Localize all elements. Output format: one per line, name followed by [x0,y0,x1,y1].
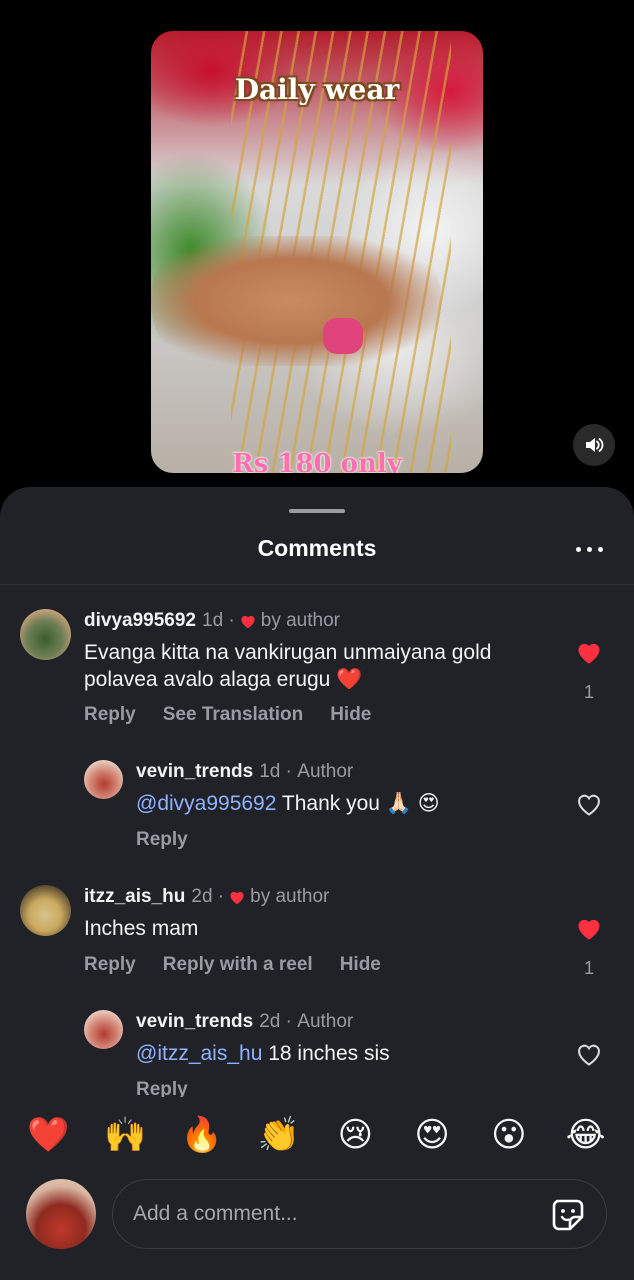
comment-meta: divya995692 1d · by author [84,610,340,632]
more-options-button[interactable] [572,542,606,556]
reply-username[interactable]: vevin_trends [136,761,253,783]
speaker-icon [586,438,604,452]
like-outline-icon[interactable] [575,1041,603,1067]
reply-time: 1d [259,761,281,782]
hide-button[interactable]: Hide [340,954,381,976]
comment-time: 1d [202,610,224,631]
reply-body: 18 inches sis [262,1042,390,1065]
comment-actions: Reply Reply with a reel Hide [84,954,408,976]
mention-link[interactable]: @itzz_ais_hu [136,1042,262,1065]
comment-composer: Add a comment... [0,1173,634,1280]
see-translation-button[interactable]: See Translation [163,704,303,726]
like-filled-icon[interactable] [575,639,603,665]
comment-actions: Reply See Translation Hide [84,704,398,726]
heart-icon [241,615,255,629]
sheet-grabber[interactable] [289,509,345,513]
reel-video-thumbnail[interactable]: Daily wear Rs 180 only [151,31,483,473]
heart-eyes-emoji-button[interactable]: 😍 [408,1118,456,1152]
reply-actions: Reply [136,829,215,851]
heart-icon [230,891,244,905]
mention-link[interactable]: @divya995692 [136,792,276,815]
reply-meta: vevin_trends 2d · Author [136,1011,354,1033]
reply-with-reel-button[interactable]: Reply with a reel [163,954,313,976]
reply-username[interactable]: vevin_trends [136,1011,253,1033]
reel-price-overlay: Rs 180 only [232,449,402,473]
laughing-emoji-button[interactable]: 😂 [562,1118,610,1152]
reel-video-area[interactable]: Daily wear Rs 180 only [0,0,634,500]
surprised-emoji-button[interactable]: 😮 [485,1118,533,1152]
like-count: 1 [583,958,594,978]
reel-title-overlay: Daily wear [234,73,400,106]
reply-button[interactable]: Reply [84,704,136,726]
avatar[interactable] [84,1010,123,1049]
clapping-emoji-button[interactable]: 👏 [255,1118,303,1152]
reel-nail-image [323,318,363,354]
comment-text: Evanga kitta na vankirugan unmaiyana gol… [84,641,492,691]
like-filled-icon[interactable] [575,915,603,941]
heart-emoji-button[interactable]: ❤️ [24,1118,72,1152]
author-liked-badge: by author [260,610,340,631]
reply-text: @divya995692 Thank you 🙏🏻 😍 [136,790,556,817]
avatar[interactable] [20,609,71,660]
fire-emoji-button[interactable]: 🔥 [178,1118,226,1152]
hide-button[interactable]: Hide [330,704,371,726]
comment-meta: itzz_ais_hu 2d · by author [84,886,330,908]
comment-input-placeholder[interactable]: Add a comment... [133,1202,298,1226]
comment-input[interactable]: Add a comment... [112,1179,607,1249]
more-horizontal-icon [575,546,581,552]
comment-text: Inches mam [84,917,199,940]
avatar[interactable] [84,760,123,799]
reply-button[interactable]: Reply [136,829,188,851]
reel-hand-image [151,236,441,366]
current-user-avatar [26,1179,96,1249]
reply-meta: vevin_trends 1d · Author [136,761,354,783]
raising-hands-emoji-button[interactable]: 🙌 [101,1118,149,1152]
like-count: 1 [583,682,594,702]
author-liked-badge: by author [250,886,330,907]
avatar[interactable] [20,885,71,936]
comment-username[interactable]: itzz_ais_hu [84,886,185,908]
comment-time: 2d [191,886,213,907]
reply-text: @itzz_ais_hu 18 inches sis [136,1040,556,1067]
header-divider [0,584,634,585]
emoji-reaction-bar: ❤️ 🙌 🔥 👏 😢 😍 😮 😂 [0,1097,634,1173]
like-outline-icon[interactable] [575,791,603,817]
reply-body: Thank you 🙏🏻 😍 [276,792,440,815]
sticker-icon[interactable] [549,1196,587,1234]
crying-emoji-button[interactable]: 😢 [331,1118,379,1152]
comment-username[interactable]: divya995692 [84,610,196,632]
volume-button[interactable] [573,424,615,466]
sheet-title: Comments [257,535,377,561]
reply-button[interactable]: Reply [84,954,136,976]
reply-time: 2d [259,1011,281,1032]
author-badge: Author [297,1011,354,1032]
author-badge: Author [297,761,354,782]
